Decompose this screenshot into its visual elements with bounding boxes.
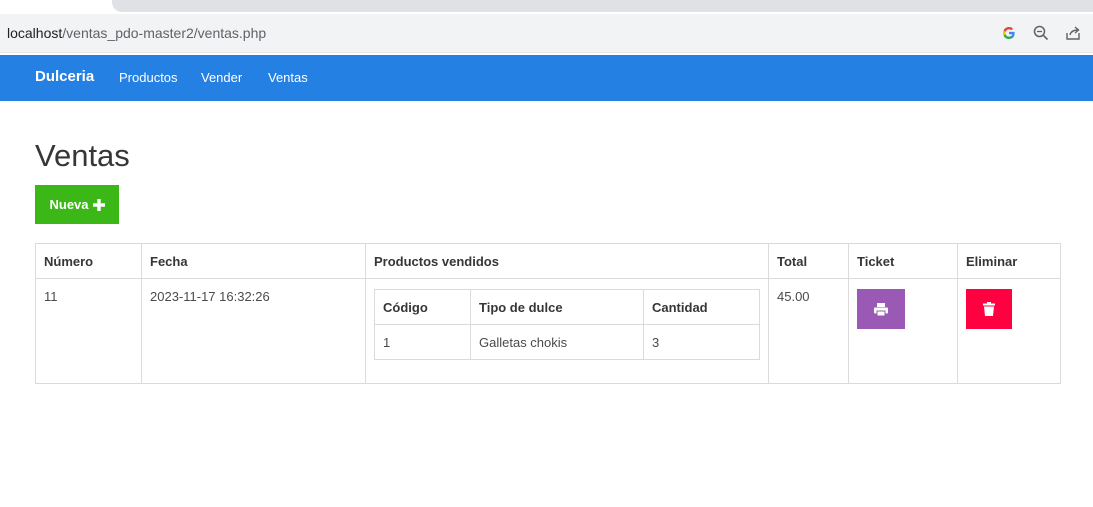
- cell-numero: 11: [35, 278, 142, 384]
- google-icon[interactable]: [999, 23, 1019, 43]
- new-sale-label: Nueva: [49, 197, 89, 212]
- products-subtable-header: Código Tipo de dulce Cantidad: [374, 289, 760, 325]
- header-ticket: Ticket: [848, 243, 958, 279]
- sub-cell-tipo: Galletas chokis: [470, 324, 644, 360]
- plus-icon: [92, 198, 105, 211]
- header-total: Total: [768, 243, 849, 279]
- cell-total: 45.00: [768, 278, 849, 384]
- table-row: 11 2023-11-17 16:32:26 Código Tipo de du…: [35, 278, 1061, 384]
- header-fecha: Fecha: [141, 243, 366, 279]
- top-navbar: Dulceria Productos Vender Ventas: [0, 55, 1093, 101]
- trash-icon: [983, 302, 995, 316]
- sub-header-cantidad: Cantidad: [643, 289, 760, 325]
- brand-link[interactable]: Dulceria: [35, 68, 94, 85]
- print-icon: [874, 302, 888, 316]
- sub-cell-cantidad: 3: [643, 324, 760, 360]
- url-host: localhost: [7, 25, 63, 41]
- sub-cell-codigo: 1: [374, 324, 471, 360]
- new-sale-button[interactable]: Nueva: [35, 185, 119, 224]
- cell-ticket: [848, 278, 958, 384]
- header-productos: Productos vendidos: [365, 243, 769, 279]
- sales-table: Número Fecha Productos vendidos Total Ti…: [35, 243, 1061, 384]
- browser-tab[interactable]: [112, 0, 1093, 12]
- nav-link-vender[interactable]: Vender: [201, 70, 242, 85]
- page-title: Ventas: [35, 138, 130, 173]
- url-path: /ventas_pdo-master2/ventas.php: [62, 25, 267, 41]
- cell-fecha: 2023-11-17 16:32:26: [141, 278, 366, 384]
- header-eliminar: Eliminar: [957, 243, 1061, 279]
- sub-header-codigo: Código: [374, 289, 471, 325]
- sub-header-tipo: Tipo de dulce: [470, 289, 644, 325]
- header-numero: Número: [35, 243, 142, 279]
- address-url[interactable]: localhost/ventas_pdo-master2/ventas.php: [7, 25, 266, 41]
- sales-table-header-row: Número Fecha Productos vendidos Total Ti…: [35, 243, 1061, 279]
- print-ticket-button[interactable]: [857, 289, 905, 329]
- browser-tabstrip: [0, 0, 1093, 14]
- cell-productos: Código Tipo de dulce Cantidad 1 Galletas…: [365, 278, 769, 384]
- products-subtable: Código Tipo de dulce Cantidad 1 Galletas…: [374, 289, 760, 360]
- browser-address-bar[interactable]: localhost/ventas_pdo-master2/ventas.php: [0, 14, 1093, 53]
- cell-eliminar: [957, 278, 1061, 384]
- share-icon[interactable]: [1063, 23, 1083, 43]
- nav-link-productos[interactable]: Productos: [119, 70, 178, 85]
- nav-link-ventas[interactable]: Ventas: [268, 70, 308, 85]
- list-item: 1 Galletas chokis 3: [374, 324, 760, 360]
- delete-sale-button[interactable]: [966, 289, 1012, 329]
- zoom-icon[interactable]: [1031, 23, 1051, 43]
